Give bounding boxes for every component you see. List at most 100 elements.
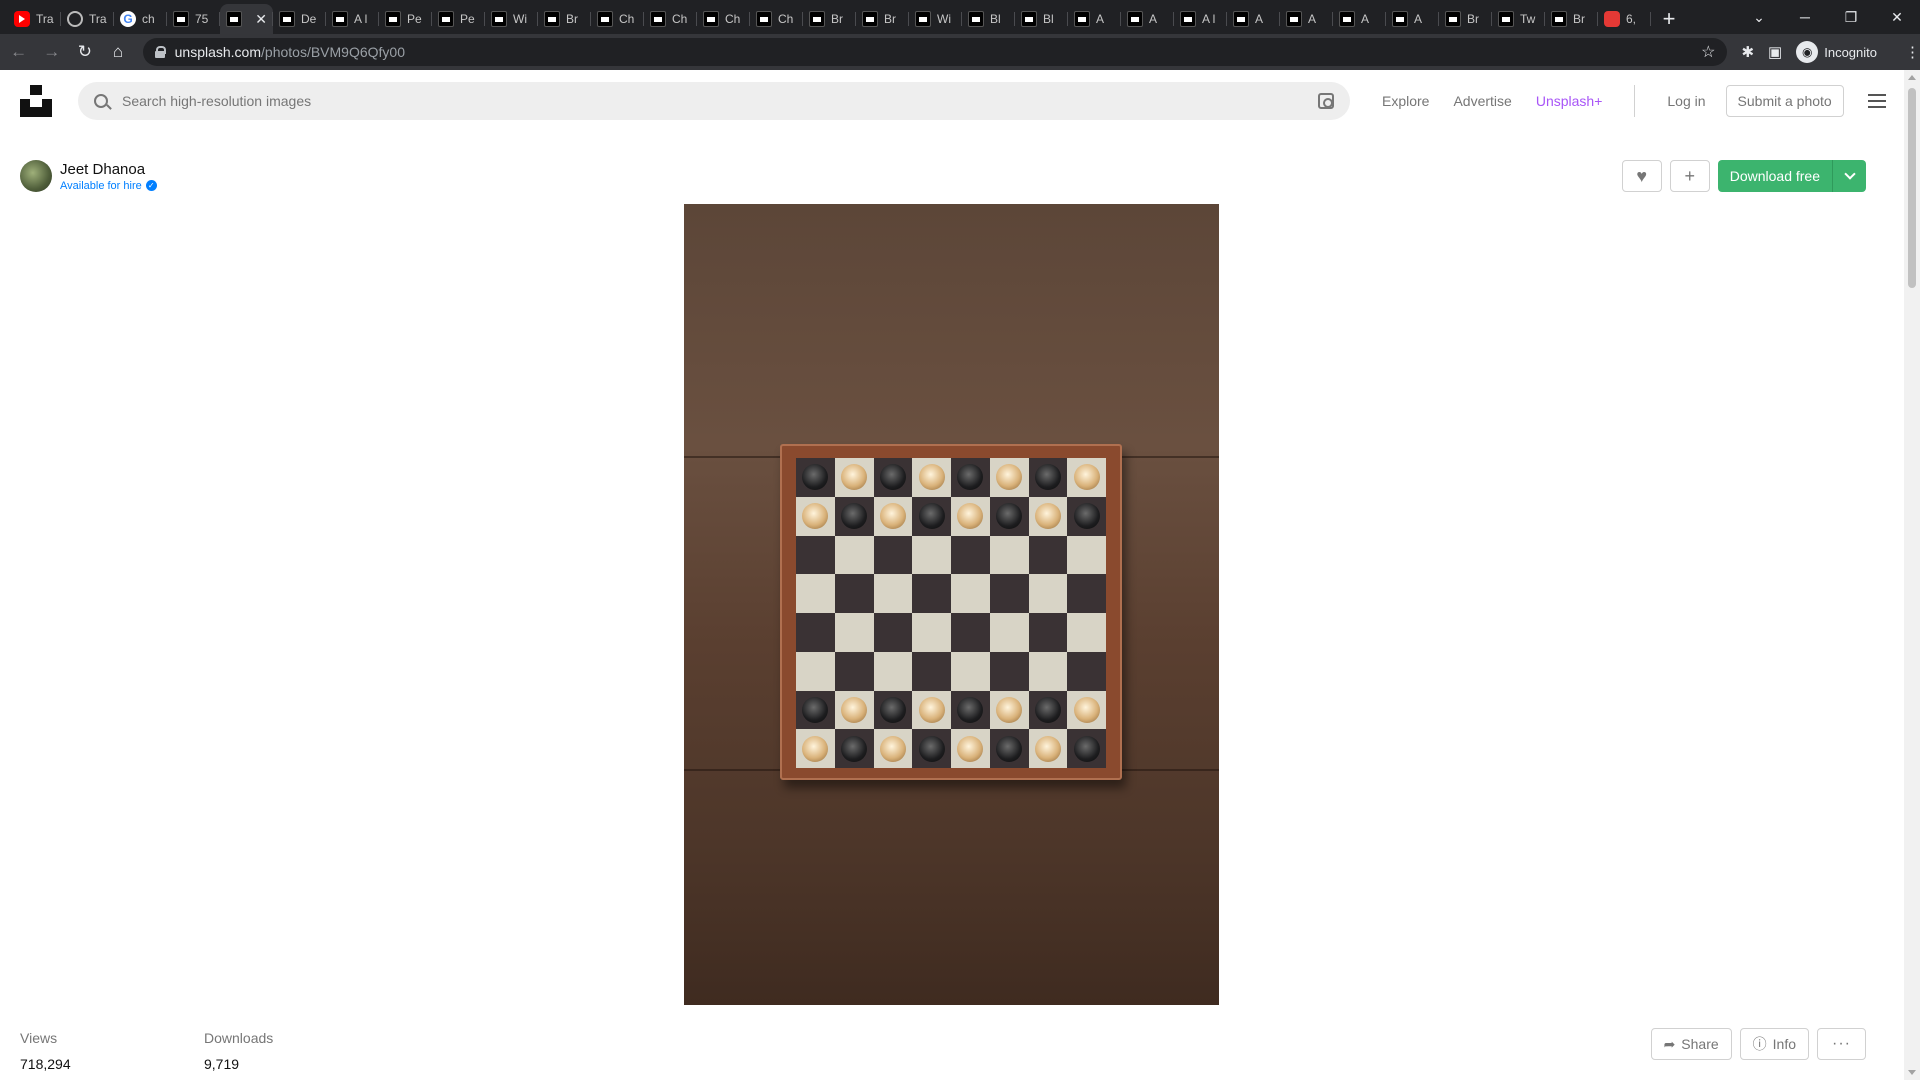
board-square bbox=[873, 729, 913, 768]
scroll-up-arrow-icon[interactable] bbox=[1908, 75, 1916, 80]
board-square bbox=[796, 690, 835, 730]
unsplash-logo[interactable] bbox=[20, 85, 52, 117]
browser-tab[interactable]: A bbox=[1227, 4, 1280, 34]
browser-tab[interactable]: A bbox=[1333, 4, 1386, 34]
forward-button[interactable]: → bbox=[37, 37, 66, 67]
board-square bbox=[951, 458, 990, 497]
chess-piece bbox=[957, 735, 984, 762]
board-square bbox=[989, 458, 1029, 497]
board-square bbox=[834, 458, 874, 497]
share-label: Share bbox=[1681, 1036, 1719, 1052]
tab-label: Br bbox=[831, 12, 843, 26]
browser-tab[interactable]: Tra bbox=[8, 4, 61, 34]
search-input[interactable] bbox=[122, 93, 1222, 109]
more-actions-button[interactable]: ··· bbox=[1817, 1028, 1866, 1060]
chessboard bbox=[780, 444, 1122, 780]
browser-tab[interactable]: A bbox=[1386, 4, 1439, 34]
reload-button[interactable]: ↻ bbox=[70, 37, 99, 67]
close-tab-icon[interactable]: ✕ bbox=[255, 11, 267, 28]
hire-badge[interactable]: Available for hire ✓ bbox=[60, 180, 157, 192]
browser-tab[interactable]: Br bbox=[538, 4, 591, 34]
info-button[interactable]: ⓘ Info bbox=[1739, 1028, 1810, 1060]
submit-photo-button[interactable]: Submit a photo bbox=[1725, 85, 1844, 117]
incognito-profile[interactable]: ◉ Incognito bbox=[1796, 41, 1877, 63]
download-button[interactable]: Download free bbox=[1717, 160, 1832, 192]
browser-tab[interactable]: Pe bbox=[379, 4, 432, 34]
browser-tab[interactable]: ✕ bbox=[220, 4, 273, 34]
board-square bbox=[873, 574, 913, 613]
browser-tab[interactable]: 75 bbox=[167, 4, 220, 34]
browser-tab[interactable]: A bbox=[1121, 4, 1174, 34]
browser-tab[interactable]: Gch bbox=[114, 4, 167, 34]
main-photo[interactable] bbox=[684, 204, 1219, 1005]
chess-piece bbox=[918, 735, 945, 762]
tab-label: Bl bbox=[990, 12, 1001, 26]
browser-tab[interactable]: 6, bbox=[1598, 4, 1651, 34]
new-tab-button[interactable]: + bbox=[1651, 4, 1687, 34]
board-square bbox=[912, 458, 951, 497]
address-bar[interactable]: unsplash.com/photos/BVM9Q6Qfy00 ☆ bbox=[142, 38, 1728, 66]
board-square bbox=[796, 574, 835, 613]
menu-icon[interactable] bbox=[1867, 94, 1886, 108]
login-link[interactable]: Log in bbox=[1667, 93, 1705, 109]
heart-icon: ♥ bbox=[1636, 165, 1648, 186]
author-name[interactable]: Jeet Dhanoa bbox=[60, 161, 157, 178]
extensions-icon[interactable]: ✱ bbox=[1741, 43, 1754, 61]
avatar[interactable] bbox=[20, 160, 52, 192]
browser-tab[interactable]: Tra bbox=[61, 4, 114, 34]
browser-tab[interactable]: Bl bbox=[962, 4, 1015, 34]
board-square bbox=[989, 729, 1029, 768]
browser-tab[interactable]: A l bbox=[326, 4, 379, 34]
bookmark-star-icon[interactable]: ☆ bbox=[1701, 42, 1715, 62]
chess-piece bbox=[879, 735, 906, 762]
chess-piece bbox=[1034, 503, 1061, 530]
unsplash-icon bbox=[1021, 11, 1037, 27]
browser-tab[interactable]: Br bbox=[856, 4, 909, 34]
browser-tab[interactable]: Pe bbox=[432, 4, 485, 34]
browser-tab[interactable]: A l bbox=[1174, 4, 1227, 34]
chess-piece bbox=[802, 696, 829, 723]
browser-tab[interactable]: A bbox=[1280, 4, 1333, 34]
board-square bbox=[951, 613, 990, 652]
browser-tab[interactable]: Br bbox=[803, 4, 856, 34]
browser-tab[interactable]: Ch bbox=[644, 4, 697, 34]
side-panel-icon[interactable]: ▣ bbox=[1768, 43, 1782, 61]
board-square bbox=[834, 496, 874, 536]
page-content: Explore Advertise Unsplash+ Log in Submi… bbox=[0, 70, 1904, 1080]
like-button[interactable]: ♥ bbox=[1621, 160, 1662, 192]
minimize-button[interactable]: ─ bbox=[1782, 9, 1828, 25]
visual-search-icon[interactable] bbox=[1318, 93, 1334, 109]
download-options-chevron-icon[interactable] bbox=[1832, 160, 1866, 192]
browser-tab[interactable]: Ch bbox=[697, 4, 750, 34]
browser-tab[interactable]: Tw bbox=[1492, 4, 1545, 34]
scroll-down-arrow-icon[interactable] bbox=[1908, 1070, 1916, 1075]
unsplash-icon bbox=[1339, 11, 1355, 27]
back-button[interactable]: ← bbox=[4, 37, 33, 67]
browser-tab[interactable]: De bbox=[273, 4, 326, 34]
browser-tab[interactable]: Bl bbox=[1015, 4, 1068, 34]
browser-tab[interactable]: A bbox=[1068, 4, 1121, 34]
search-bar[interactable] bbox=[78, 82, 1350, 120]
browser-tab[interactable]: Wi bbox=[485, 4, 538, 34]
browser-tab[interactable]: Br bbox=[1439, 4, 1492, 34]
page-scrollbar[interactable] bbox=[1904, 70, 1920, 1080]
nav-unsplash-plus[interactable]: Unsplash+ bbox=[1536, 93, 1603, 109]
share-button[interactable]: ➦ Share bbox=[1650, 1028, 1732, 1060]
nav-explore[interactable]: Explore bbox=[1382, 93, 1429, 109]
scrollbar-thumb[interactable] bbox=[1908, 88, 1916, 288]
close-window-button[interactable]: ✕ bbox=[1874, 9, 1920, 26]
browser-tab[interactable]: Ch bbox=[591, 4, 644, 34]
tab-label: Br bbox=[1467, 12, 1479, 26]
board-square bbox=[1067, 651, 1106, 691]
browser-tab[interactable]: Wi bbox=[909, 4, 962, 34]
tab-search-icon[interactable]: ⌄ bbox=[1736, 9, 1782, 26]
lock-icon[interactable] bbox=[154, 46, 166, 58]
browser-menu-icon[interactable]: ⋮ bbox=[1905, 43, 1920, 61]
nav-advertise[interactable]: Advertise bbox=[1453, 93, 1511, 109]
restore-button[interactable]: ❐ bbox=[1828, 9, 1874, 26]
search-icon[interactable] bbox=[94, 94, 108, 108]
add-to-collection-button[interactable]: + bbox=[1669, 160, 1710, 192]
browser-tab[interactable]: Ch bbox=[750, 4, 803, 34]
home-button[interactable]: ⌂ bbox=[103, 37, 132, 67]
browser-tab[interactable]: Br bbox=[1545, 4, 1598, 34]
